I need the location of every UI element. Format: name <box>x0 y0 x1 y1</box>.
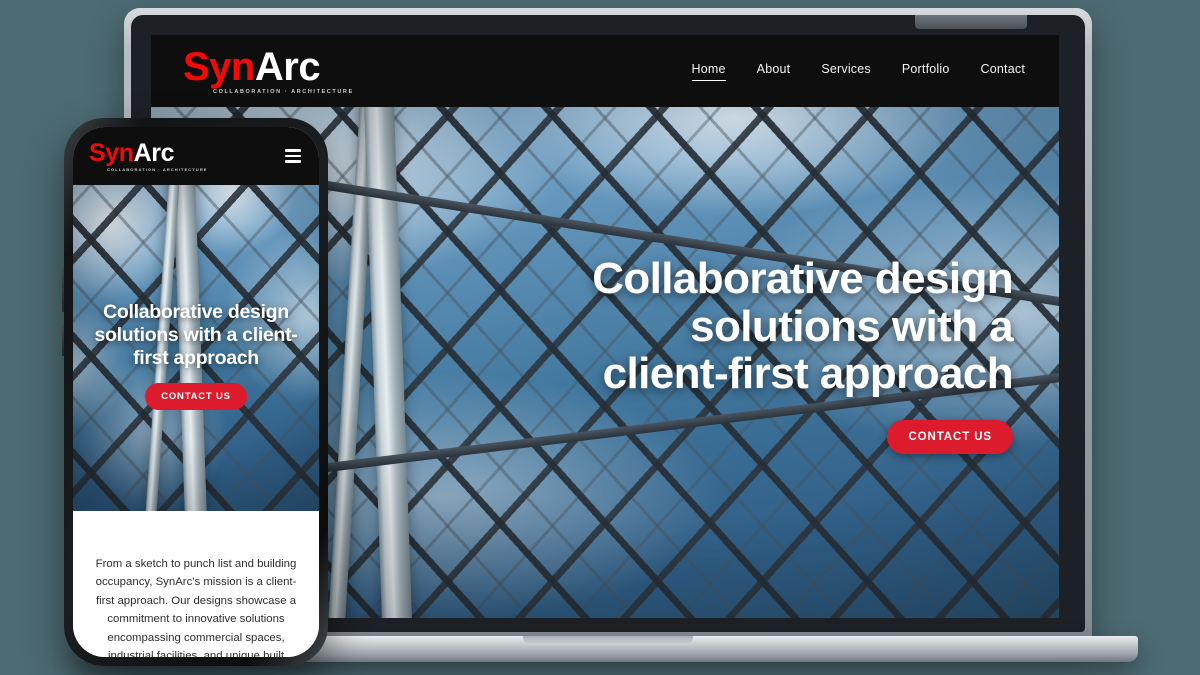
mobile-logo[interactable]: SynArc COLLABORATION · ARCHITECTURE <box>89 138 208 172</box>
hamburger-icon[interactable] <box>285 149 301 163</box>
phone-body: SynArc COLLABORATION · ARCHITECTURE Coll… <box>64 118 328 666</box>
laptop-camera-notch <box>915 15 1027 29</box>
nav-item-portfolio[interactable]: Portfolio <box>902 62 950 80</box>
desktop-main-nav: Home About Services Portfolio Contact <box>691 62 1026 81</box>
mobile-site-header: SynArc COLLABORATION · ARCHITECTURE <box>73 127 319 185</box>
mobile-logo-syn-text: Syn <box>89 138 134 167</box>
laptop-base-notch <box>523 636 693 645</box>
desktop-logo[interactable]: SynArc COLLABORATION · ARCHITECTURE <box>183 47 354 96</box>
mobile-intro-paragraph: From a sketch to punch list and building… <box>95 558 297 657</box>
mobile-logo-tagline: COLLABORATION · ARCHITECTURE <box>107 166 208 172</box>
nav-item-about[interactable]: About <box>757 62 791 80</box>
mobile-logo-wordmark: SynArc <box>89 138 208 167</box>
hamburger-bar-2 <box>285 154 301 158</box>
desktop-hero-heading: Collaborative design solutions with a cl… <box>592 254 1013 399</box>
phone-screen: SynArc COLLABORATION · ARCHITECTURE Coll… <box>73 127 319 657</box>
logo-wordmark: SynArc <box>183 47 354 87</box>
desktop-site-header: SynArc COLLABORATION · ARCHITECTURE Home… <box>151 35 1059 107</box>
logo-tagline: COLLABORATION · ARCHITECTURE <box>213 88 354 95</box>
mobile-hero-section: Collaborative design solutions with a cl… <box>73 185 319 511</box>
mobile-logo-arc-text: Arc <box>133 138 175 167</box>
nav-item-home[interactable]: Home <box>691 62 726 81</box>
mobile-hero-copy: Collaborative design solutions with a cl… <box>73 301 319 410</box>
mobile-contact-us-button[interactable]: CONTACT US <box>145 383 247 410</box>
desktop-contact-us-button[interactable]: CONTACT US <box>887 419 1013 454</box>
hamburger-bar-3 <box>285 160 301 163</box>
mobile-intro-section: From a sketch to punch list and building… <box>73 511 319 657</box>
hamburger-bar-1 <box>285 149 301 152</box>
nav-item-services[interactable]: Services <box>821 62 871 80</box>
mobile-hero-heading: Collaborative design solutions with a cl… <box>94 301 298 369</box>
phone-mockup: SynArc COLLABORATION · ARCHITECTURE Coll… <box>62 118 328 666</box>
logo-syn-text: Syn <box>183 44 255 89</box>
logo-arc-text: Arc <box>254 44 321 89</box>
desktop-hero-copy: Collaborative design solutions with a cl… <box>583 254 1014 454</box>
nav-item-contact[interactable]: Contact <box>981 62 1025 80</box>
